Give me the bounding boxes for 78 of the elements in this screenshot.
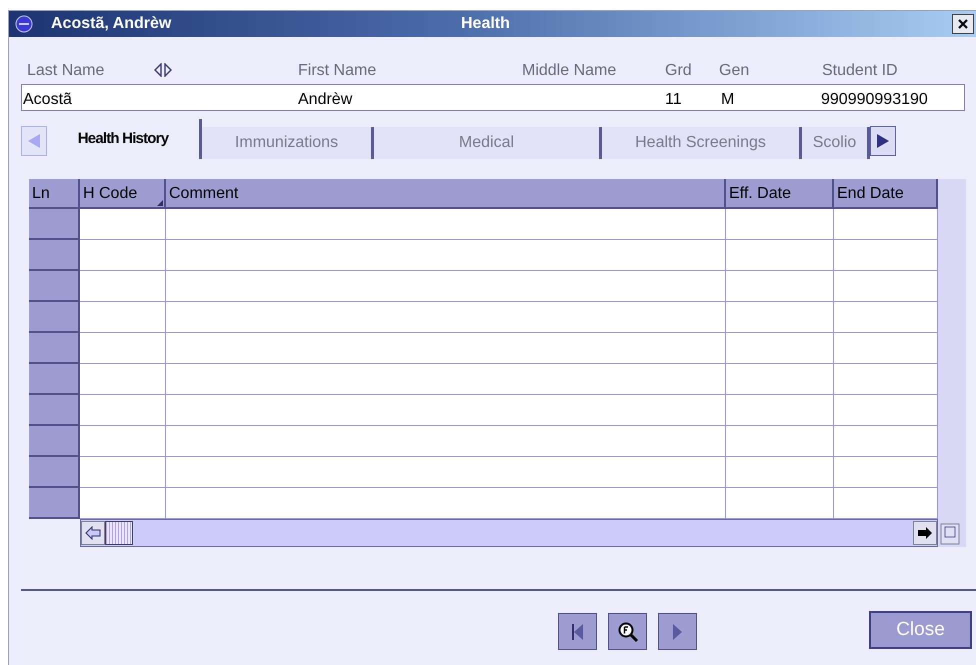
field-label: Grd [665, 61, 692, 81]
row-header[interactable] [29, 364, 80, 395]
table-cell[interactable] [834, 457, 938, 488]
field-label: Gen [719, 61, 750, 81]
table-cell[interactable] [80, 364, 166, 395]
table-cell[interactable] [834, 240, 938, 271]
column-header[interactable]: Eff. Date [726, 179, 834, 209]
scroll-left-icon[interactable] [81, 521, 105, 545]
row-header[interactable] [29, 395, 80, 426]
table-cell[interactable] [80, 457, 166, 488]
table-cell[interactable] [166, 271, 726, 302]
field-value: M [721, 90, 734, 110]
table-cell[interactable] [834, 209, 938, 240]
table-cell[interactable] [80, 302, 166, 333]
table-cell[interactable] [726, 302, 834, 333]
row-header[interactable] [29, 271, 80, 302]
horizontal-scrollbar[interactable] [80, 519, 938, 547]
table-cell[interactable] [834, 333, 938, 364]
window-title: Health [461, 14, 510, 34]
table-cell[interactable] [80, 240, 166, 271]
table-cell[interactable] [166, 457, 726, 488]
table-cell[interactable] [166, 395, 726, 426]
column-header[interactable]: H Code [80, 179, 166, 209]
table-cell[interactable] [166, 333, 726, 364]
student-name: Acostã, Andrèw [51, 14, 172, 34]
sort-arrows-icon[interactable] [154, 63, 172, 77]
table-cell[interactable] [80, 395, 166, 426]
table-cell[interactable] [166, 240, 726, 271]
table-cell[interactable] [166, 364, 726, 395]
previous-icon[interactable] [558, 613, 597, 650]
row-header[interactable] [29, 302, 80, 333]
field-value: 990990993190 [821, 90, 928, 110]
field-value: 11 [665, 90, 682, 110]
table-cell[interactable] [834, 488, 938, 519]
close-icon[interactable] [952, 14, 974, 34]
table-cell[interactable] [166, 426, 726, 457]
table-cell[interactable] [726, 333, 834, 364]
table-cell[interactable] [726, 271, 834, 302]
table-cell[interactable] [834, 395, 938, 426]
app-logo-icon [15, 15, 33, 33]
row-header[interactable] [29, 426, 80, 457]
table-cell[interactable] [80, 488, 166, 519]
table-cell[interactable] [726, 395, 834, 426]
table-cell[interactable] [834, 426, 938, 457]
row-header[interactable] [29, 240, 80, 271]
table-cell[interactable] [80, 426, 166, 457]
field-label: Middle Name [522, 61, 616, 81]
field-value: Andrèw [298, 90, 352, 110]
table-cell[interactable] [726, 426, 834, 457]
field-label: First Name [298, 61, 376, 81]
table-cell[interactable] [80, 209, 166, 240]
column-header[interactable]: Ln [29, 179, 80, 209]
table-cell[interactable] [834, 364, 938, 395]
table-cell[interactable] [726, 457, 834, 488]
row-header[interactable] [29, 333, 80, 364]
field-label: Student ID [822, 61, 898, 81]
row-header[interactable] [29, 209, 80, 240]
row-header[interactable] [29, 457, 80, 488]
find-icon[interactable] [608, 613, 647, 650]
tab-scroll-right-icon[interactable] [870, 126, 896, 156]
table-cell[interactable] [166, 302, 726, 333]
table-cell[interactable] [834, 271, 938, 302]
field-value: Acostã [23, 90, 72, 110]
column-header[interactable]: End Date [834, 179, 938, 209]
table-cell[interactable] [166, 209, 726, 240]
table-cell[interactable] [80, 271, 166, 302]
table-cell[interactable] [726, 209, 834, 240]
table-cell[interactable] [726, 240, 834, 271]
scroll-thumb[interactable] [105, 521, 133, 545]
table-cell[interactable] [80, 333, 166, 364]
field-label: Last Name [27, 61, 104, 81]
column-header[interactable]: Comment [166, 179, 726, 209]
table-cell[interactable] [834, 302, 938, 333]
table-cell[interactable] [726, 364, 834, 395]
table-cell[interactable] [166, 488, 726, 519]
scroll-right-icon[interactable] [913, 521, 937, 545]
next-icon[interactable] [658, 613, 697, 650]
table-cell[interactable] [726, 488, 834, 519]
